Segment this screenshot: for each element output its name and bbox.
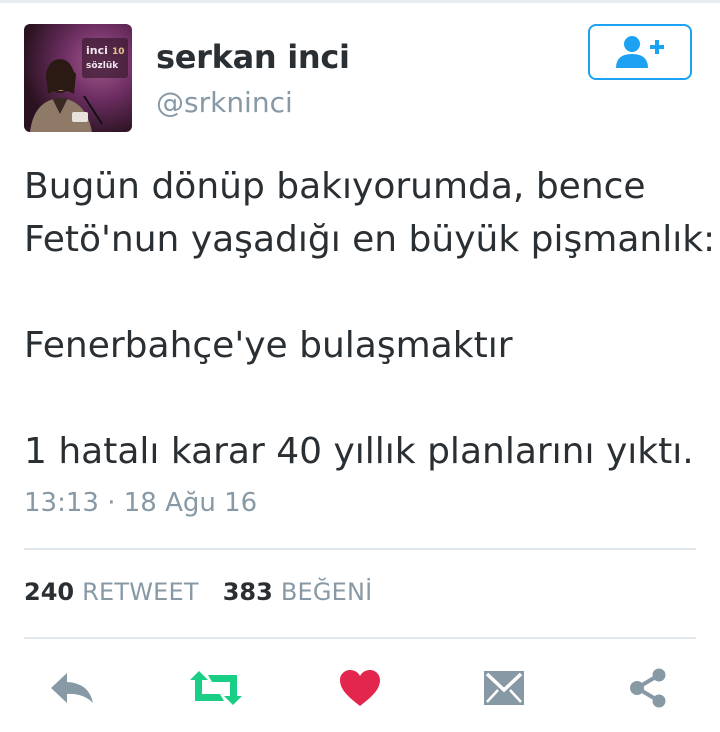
tweet-stats: 240 RETWEET 383 BEĞENİ [24,578,372,606]
avatar[interactable]: inci sözlük 10 [24,24,132,132]
divider [24,548,696,550]
action-bar [0,660,720,716]
retweet-count[interactable]: 240 [24,578,74,606]
like-button[interactable] [332,660,388,716]
share-button[interactable] [620,660,676,716]
like-count[interactable]: 383 [223,578,273,606]
svg-text:sözlük: sözlük [86,61,119,71]
divider [24,637,696,639]
follow-button[interactable] [588,24,692,80]
display-name[interactable]: serkan inci [156,38,350,76]
retweet-icon [190,671,242,705]
like-label[interactable]: BEĞENİ [281,578,373,606]
share-icon [630,668,666,708]
tweet-line: Bugün dönüp bakıyorumda, bence [24,166,646,207]
reply-icon [51,673,93,703]
tweet-line [24,372,704,425]
tweet-timestamp[interactable]: 13:13 · 18 Ağu 16 [24,488,257,518]
avatar-image: inci sözlük 10 [30,38,128,132]
retweet-button[interactable] [188,660,244,716]
message-icon [484,671,524,705]
heart-icon [340,670,380,706]
tweet-line: Fetö'nun yaşadığı en büyük pişmanlık: [24,219,716,260]
follow-user-icon [616,36,664,68]
reply-button[interactable] [44,660,100,716]
retweet-label[interactable]: RETWEET [82,578,199,606]
tweet-line: Fenerbahçe'ye bulaşmaktır [24,325,513,366]
tweet-line [24,266,704,319]
message-button[interactable] [476,660,532,716]
tweet-line: 1 hatalı karar 40 yıllık planlarını yıkt… [24,431,694,472]
user-handle[interactable]: @srkninci [156,86,293,119]
top-border [0,0,720,3]
tweet-text: Bugün dönüp bakıyorumda, bence Fetö'nun … [24,160,716,478]
svg-text:inci: inci [86,44,108,57]
svg-text:10: 10 [112,47,125,57]
